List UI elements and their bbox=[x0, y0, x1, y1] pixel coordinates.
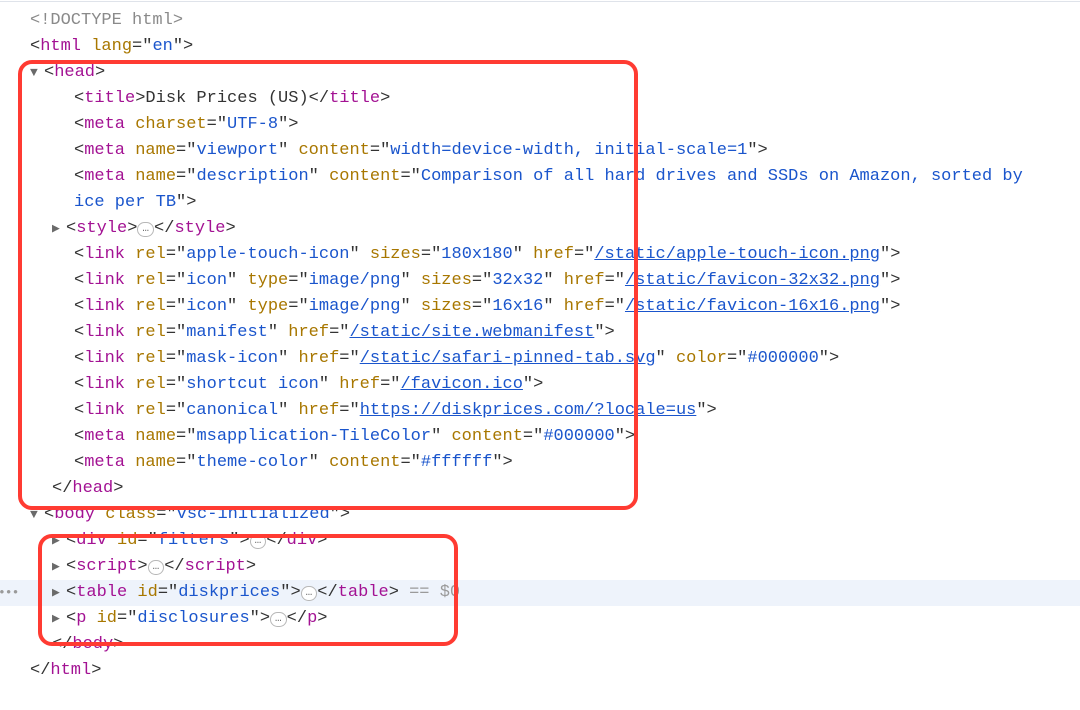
node-meta-themecolor[interactable]: <meta name="theme-color" content="#fffff… bbox=[0, 450, 1080, 476]
node-style[interactable]: <style>…</style> bbox=[0, 216, 1080, 242]
node-meta-description-line2[interactable]: ice per TB"> bbox=[0, 190, 1080, 216]
expand-toggle[interactable] bbox=[52, 580, 66, 606]
node-meta-tilecolor[interactable]: <meta name="msapplication-TileColor" con… bbox=[0, 424, 1080, 450]
node-meta-charset[interactable]: <meta charset="UTF-8"> bbox=[0, 112, 1080, 138]
node-link-mask-icon[interactable]: <link rel="mask-icon" href="/static/safa… bbox=[0, 346, 1080, 372]
node-html-open[interactable]: <html lang="en"> bbox=[0, 34, 1080, 60]
selected-node-indicator: == $0 bbox=[399, 583, 460, 602]
expand-toggle[interactable] bbox=[30, 60, 44, 86]
node-link-shortcut-icon[interactable]: <link rel="shortcut icon" href="/favicon… bbox=[0, 372, 1080, 398]
expand-toggle[interactable] bbox=[52, 216, 66, 242]
ellipsis-icon[interactable]: … bbox=[270, 612, 287, 627]
expand-toggle[interactable] bbox=[30, 502, 44, 528]
node-meta-description-line1[interactable]: <meta name="description" content="Compar… bbox=[0, 164, 1080, 190]
node-link-apple-touch-icon[interactable]: <link rel="apple-touch-icon" sizes="180x… bbox=[0, 242, 1080, 268]
node-body-close[interactable]: </body> bbox=[0, 632, 1080, 658]
node-html-close[interactable]: </html> bbox=[0, 658, 1080, 684]
node-head-close[interactable]: </head> bbox=[0, 476, 1080, 502]
node-head-open[interactable]: <head> bbox=[0, 60, 1080, 86]
node-link-favicon16[interactable]: <link rel="icon" type="image/png" sizes=… bbox=[0, 294, 1080, 320]
node-link-manifest[interactable]: <link rel="manifest" href="/static/site.… bbox=[0, 320, 1080, 346]
expand-toggle[interactable] bbox=[52, 606, 66, 632]
node-title[interactable]: <title>Disk Prices (US)</title> bbox=[0, 86, 1080, 112]
gutter-ellipsis-icon[interactable]: ••• bbox=[0, 580, 18, 606]
node-body-open[interactable]: <body class="vsc-initialized"> bbox=[0, 502, 1080, 528]
node-p-disclosures[interactable]: <p id="disclosures">…</p> bbox=[0, 606, 1080, 632]
ellipsis-icon[interactable]: … bbox=[250, 534, 267, 549]
ellipsis-icon[interactable]: … bbox=[301, 586, 318, 601]
node-link-favicon32[interactable]: <link rel="icon" type="image/png" sizes=… bbox=[0, 268, 1080, 294]
expand-toggle[interactable] bbox=[52, 528, 66, 554]
node-link-canonical[interactable]: <link rel="canonical" href="https://disk… bbox=[0, 398, 1080, 424]
ellipsis-icon[interactable]: … bbox=[137, 222, 154, 237]
node-div-filters[interactable]: <div id="filters">…</div> bbox=[0, 528, 1080, 554]
node-meta-viewport[interactable]: <meta name="viewport" content="width=dev… bbox=[0, 138, 1080, 164]
expand-toggle[interactable] bbox=[52, 554, 66, 580]
node-script[interactable]: <script>…</script> bbox=[0, 554, 1080, 580]
node-doctype[interactable]: <!DOCTYPE html> bbox=[0, 8, 1080, 34]
elements-tree: <!DOCTYPE html> <html lang="en"> <head> … bbox=[0, 2, 1080, 684]
ellipsis-icon[interactable]: … bbox=[148, 560, 165, 575]
node-table-diskprices[interactable]: •••<table id="diskprices">…</table> == $… bbox=[0, 580, 1080, 606]
